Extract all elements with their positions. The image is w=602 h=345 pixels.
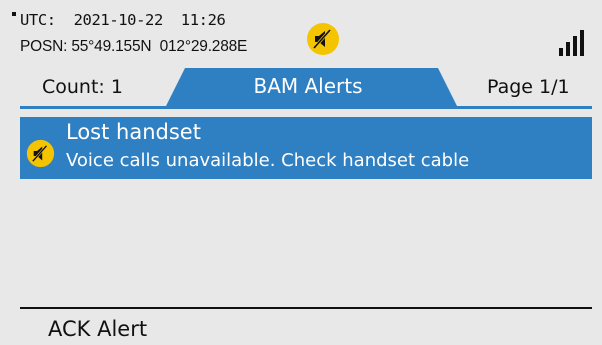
corner-marker [12, 12, 16, 16]
status-bar: UTC: 2021-10-22 11:26 POSN: 55°49.155N 0… [0, 0, 602, 68]
tab-title: BAM Alerts [253, 74, 363, 98]
alert-description: Voice calls unavailable. Check handset c… [66, 150, 470, 171]
page-indicator: Page 1/1 [487, 76, 570, 98]
softkey-divider [20, 307, 592, 309]
signal-strength-icon [559, 30, 584, 56]
position-readout: POSN: 55°49.155N 012°29.288E [20, 38, 248, 55]
muted-speaker-icon [307, 23, 339, 55]
tab-underline [20, 106, 592, 109]
ack-alert-button[interactable]: ACK Alert [48, 313, 147, 345]
utc-time: UTC: 2021-10-22 11:26 [20, 11, 226, 29]
muted-speaker-icon [26, 139, 55, 168]
alert-title: Lost handset [66, 120, 201, 144]
alert-count: Count: 1 [42, 76, 123, 98]
